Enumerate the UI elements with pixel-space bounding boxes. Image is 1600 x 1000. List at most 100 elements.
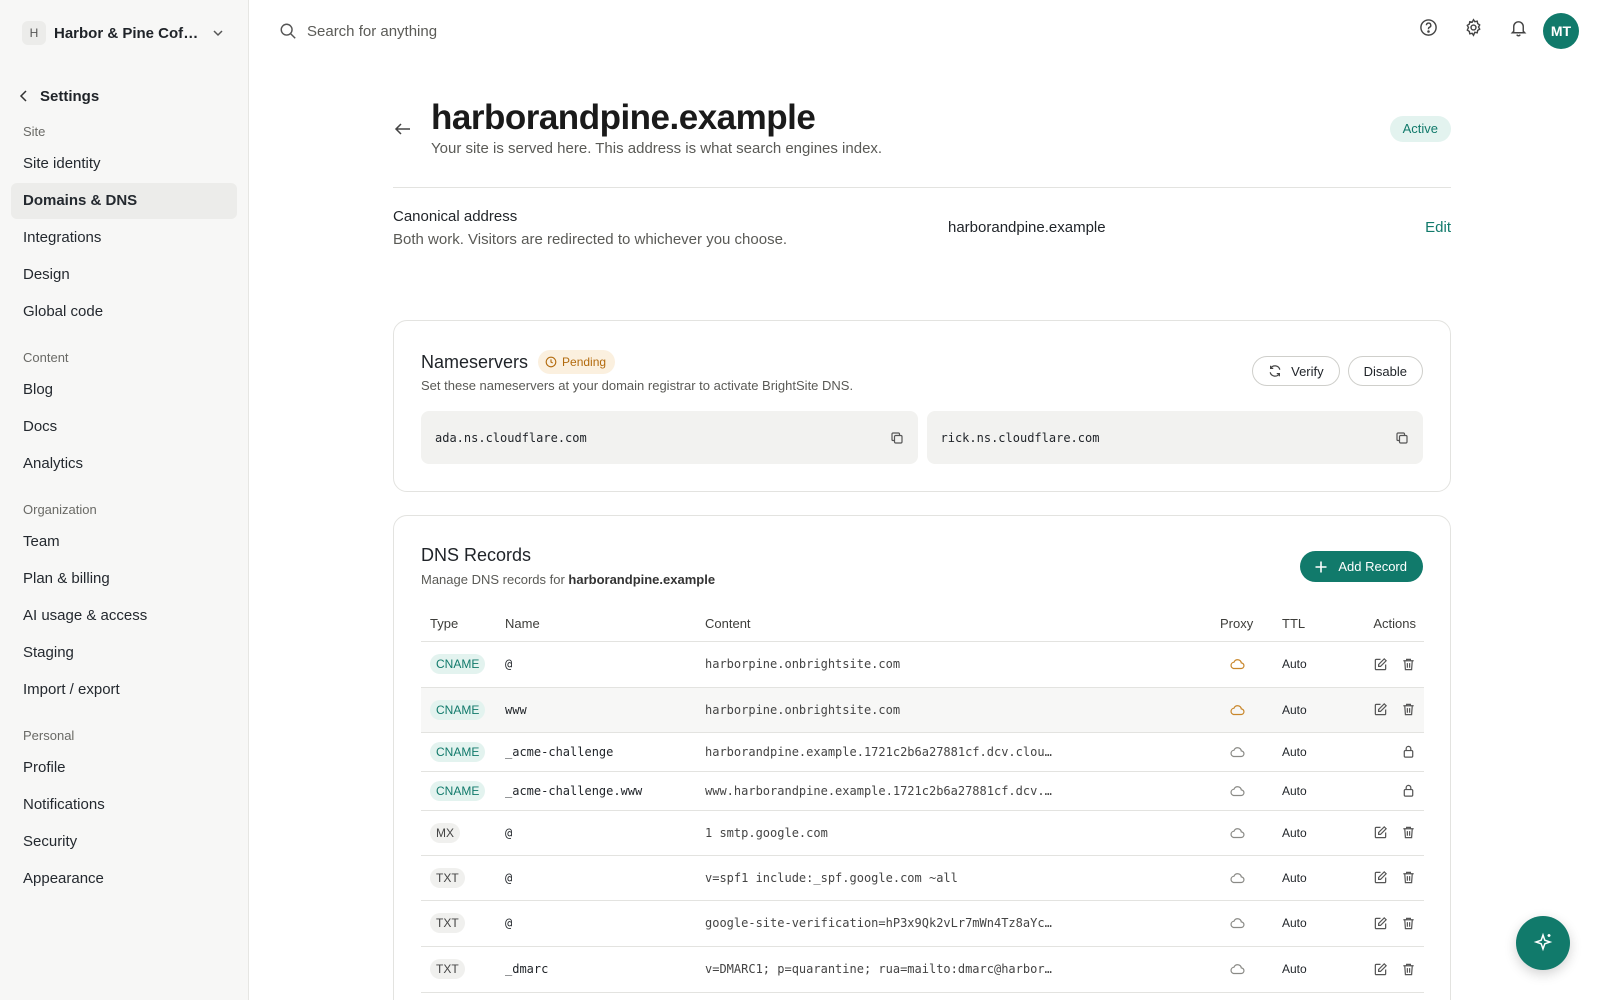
row-actions [1362,962,1424,977]
trash-icon[interactable] [1401,962,1416,977]
avatar[interactable]: MT [1543,13,1579,49]
search-input[interactable] [307,22,807,40]
cloud-icon[interactable] [1220,656,1282,672]
record-content: harborpine.onbrightsite.com [705,702,901,717]
name-cell: @ [505,641,705,688]
sidebar-item-staging[interactable]: Staging [11,635,237,671]
cloud-icon[interactable] [1220,783,1282,799]
column-header-content[interactable]: Content [705,607,1220,642]
sidebar-item-integrations[interactable]: Integrations [11,220,237,256]
edit-icon[interactable] [1373,870,1388,885]
content-cell: harborpine.onbrightsite.com [705,687,1220,733]
trash-icon[interactable] [1401,702,1416,717]
sidebar-item-security[interactable]: Security [11,824,237,860]
type-cell: CNAME [421,771,505,811]
disable-button[interactable]: Disable [1347,356,1423,386]
add-record-label: Add Record [1338,559,1407,574]
nameservers-title-row: Nameservers Pending [421,350,616,374]
sidebar-item-plan-billing[interactable]: Plan & billing [11,561,237,597]
sidebar-item-appearance[interactable]: Appearance [11,861,237,897]
edit-icon[interactable] [1373,916,1388,931]
row-actions [1362,825,1424,840]
column-header-proxy[interactable]: Proxy [1220,607,1282,642]
sidebar-item-global-code[interactable]: Global code [11,294,237,330]
sidebar-item-team[interactable]: Team [11,524,237,560]
dns-description-prefix: Manage DNS records for [421,572,569,587]
ai-assistant-button[interactable] [1516,916,1570,970]
nameservers-card: Nameservers Pending Set these nameserver… [393,320,1451,492]
cloud-icon[interactable] [1220,915,1282,931]
record-content: harborpine.onbrightsite.com [705,657,901,671]
help-icon[interactable] [1419,18,1438,37]
edit-icon[interactable] [1373,962,1388,977]
table-row[interactable]: CNAME _acme-challenge.www www.harborandp… [421,771,1424,811]
org-switcher[interactable]: H Harbor & Pine Coffee Co. [0,0,248,66]
actions-cell [1362,855,1424,901]
sidebar-item-notifications[interactable]: Notifications [11,787,237,823]
sidebar-item-ai-usage-access[interactable]: AI usage & access [11,598,237,634]
type-cell: TXT [421,900,505,947]
proxy-cell[interactable] [1220,641,1282,688]
table-row[interactable]: CNAME www harborpine.onbrightsite.com Au… [421,687,1424,733]
sidebar-section: Blog Docs Analytics [0,372,248,482]
plus-icon [1315,561,1327,572]
trash-icon[interactable] [1401,916,1416,931]
verify-button[interactable]: Verify [1252,356,1340,386]
sidebar-item-site-identity[interactable]: Site identity [11,146,237,182]
column-header-type[interactable]: Type [421,607,505,642]
type-cell: TXT [421,855,505,901]
proxy-cell[interactable] [1220,900,1282,947]
proxy-cell[interactable] [1220,732,1282,772]
sidebar-item-domains-dns[interactable]: Domains & DNS [11,183,237,219]
table-row[interactable]: TXT _dmarc v=DMARC1; p=quarantine; rua=m… [421,946,1424,993]
sidebar-item-import-export[interactable]: Import / export [11,672,237,708]
nameserver-item: rick.ns.cloudflare.com [926,411,1423,464]
trash-icon[interactable] [1401,870,1416,885]
sidebar-item-blog[interactable]: Blog [11,372,237,408]
column-header-name[interactable]: Name [505,607,705,642]
sidebar-section: Team Plan & billing AI usage & access Stagi… [0,524,248,708]
sidebar-item-analytics[interactable]: Analytics [11,446,237,482]
sidebar-item-design[interactable]: Design [11,257,237,293]
column-header-ttl[interactable]: TTL [1282,607,1362,642]
trash-icon[interactable] [1401,825,1416,840]
back-to-settings-button[interactable]: Settings [0,80,248,112]
table-row[interactable]: TXT @ google-site-verification=hP3x9Qk2v… [421,900,1424,947]
name-cell: _acme-challenge.www [505,771,705,811]
cloud-icon[interactable] [1220,702,1282,718]
edit-icon[interactable] [1373,702,1388,717]
sidebar-item-docs[interactable]: Docs [11,409,237,445]
main-content: harborandpine.example Your site is serve… [393,62,1451,1000]
canonical-edit-link[interactable]: Edit [1425,219,1451,236]
add-record-button[interactable]: Add Record [1300,551,1423,582]
type-cell: CNAME [421,687,505,733]
proxy-cell[interactable] [1220,810,1282,856]
bell-icon[interactable] [1509,18,1528,37]
proxy-cell[interactable] [1220,946,1282,993]
row-actions [1362,916,1424,931]
edit-icon[interactable] [1373,657,1388,672]
table-row[interactable]: CNAME _acme-challenge harborandpine.exam… [421,732,1424,772]
pending-label: Pending [562,355,607,369]
table-row[interactable]: MX @ 1 smtp.google.com Auto [421,810,1424,856]
copy-icon[interactable] [890,431,904,445]
cloud-icon[interactable] [1220,870,1282,886]
content-cell: harborpine.onbrightsite.com [705,641,1220,688]
copy-icon[interactable] [1395,431,1409,445]
trash-icon[interactable] [1401,657,1416,672]
table-row[interactable]: TXT @ v=spf1 include:_spf.google.com ~al… [421,855,1424,901]
table-row[interactable]: CNAME @ harborpine.onbrightsite.com Auto [421,641,1424,688]
proxy-cell[interactable] [1220,855,1282,901]
cloud-icon[interactable] [1220,825,1282,841]
content-cell: v=spf1 include:_spf.google.com ~all [705,855,1220,901]
gear-icon[interactable] [1464,18,1483,37]
sidebar-item-profile[interactable]: Profile [11,750,237,786]
proxy-cell[interactable] [1220,687,1282,733]
cloud-icon[interactable] [1220,961,1282,977]
ttl-cell: Auto [1282,810,1362,856]
type-cell: TXT [421,946,505,993]
back-arrow-icon[interactable] [393,119,413,139]
proxy-cell[interactable] [1220,771,1282,811]
cloud-icon[interactable] [1220,744,1282,760]
edit-icon[interactable] [1373,825,1388,840]
